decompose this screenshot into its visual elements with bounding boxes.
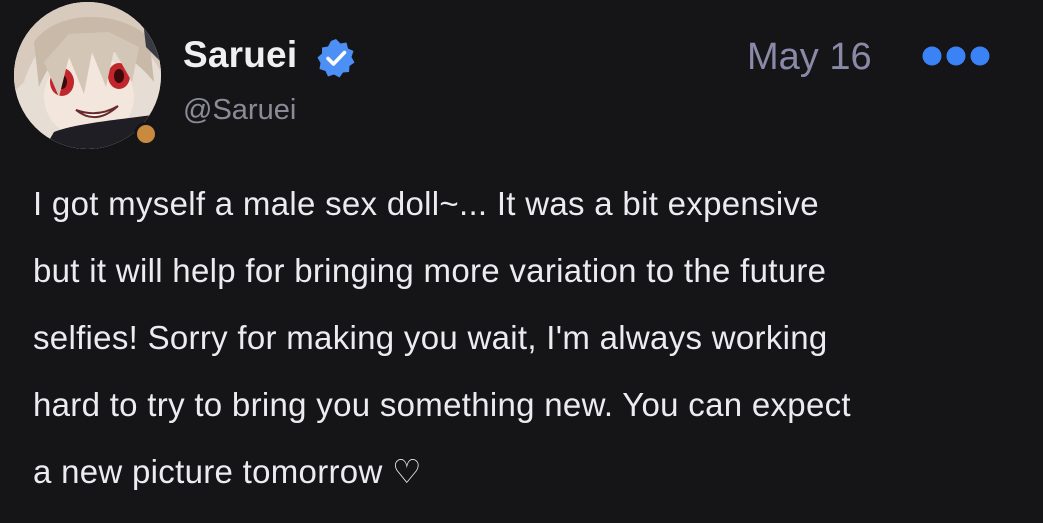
post-body-line: I got myself a male sex doll~... It was … [33, 185, 819, 222]
author-display-name[interactable]: Saruei [183, 34, 297, 76]
post-body-line: selfies! Sorry for making you wait, I'm … [33, 319, 828, 356]
online-status-dot [134, 122, 158, 146]
post-body-line: but it will help for bringing more varia… [33, 252, 827, 289]
post-body-line: a new picture tomorrow ♡ [33, 453, 422, 490]
avatar[interactable] [14, 2, 161, 149]
post-body: I got myself a male sex doll~... It was … [33, 170, 1023, 505]
post-card: Saruei @Saruei May 16 I got myself a mal… [0, 0, 1043, 523]
post-body-line: hard to try to bring you something new. … [33, 386, 851, 423]
more-options-icon[interactable] [922, 44, 990, 68]
verified-badge-icon [317, 39, 355, 78]
author-handle[interactable]: @Saruei [183, 94, 296, 127]
post-date[interactable]: May 16 [747, 36, 872, 79]
